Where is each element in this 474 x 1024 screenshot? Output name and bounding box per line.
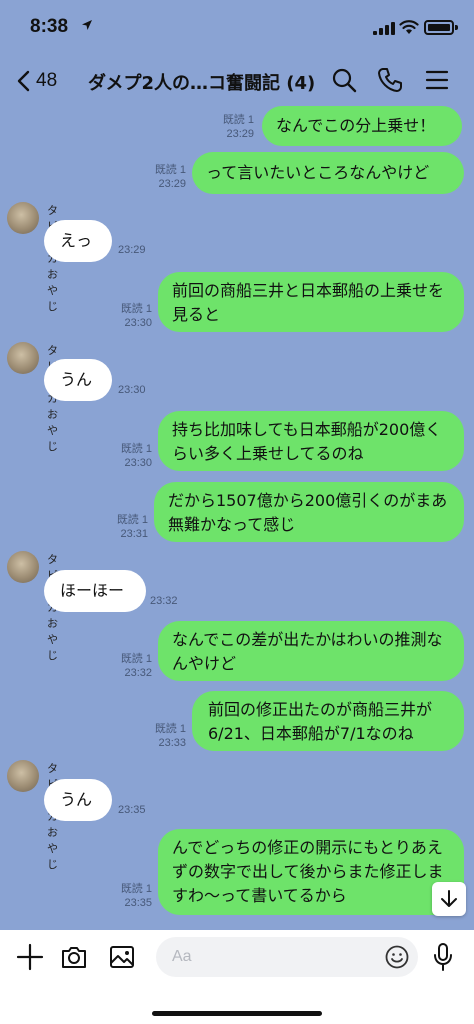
message-time: 23:35 <box>124 897 152 909</box>
message-time: 23:33 <box>158 737 186 749</box>
back-button[interactable]: 48 <box>16 64 57 98</box>
read-receipt: 既読 1 <box>154 164 186 176</box>
read-receipt: 既読 1 <box>116 514 148 526</box>
chat-area[interactable]: 既読 1 23:29 なんでこの分上乗せ！ 既読 1 23:29 って言いたいと… <box>0 106 474 930</box>
message-time: 23:29 <box>158 178 186 190</box>
message-bubble[interactable]: んでどっちの修正の開示にもとりあえずの数字で出して後からまた修正しますわ〜って書… <box>158 829 464 915</box>
message-bubble[interactable]: なんでこの差が出たかはわいの推測なんやけど <box>158 621 464 681</box>
arrow-down-icon <box>441 890 457 907</box>
image-icon[interactable] <box>107 942 137 972</box>
message-bubble[interactable]: って言いたいところなんやけど <box>192 152 464 194</box>
message-bubble[interactable]: なんでこの分上乗せ！ <box>262 106 462 146</box>
status-bar: 8:38 <box>0 0 474 56</box>
location-arrow-icon <box>82 20 92 30</box>
message-bubble[interactable]: 持ち比加味しても日本郵船が200億くらい多く上乗せしてるのね <box>158 411 464 471</box>
battery-icon <box>424 20 454 35</box>
read-receipt: 既読 1 <box>120 883 152 895</box>
emoji-icon[interactable] <box>384 944 410 970</box>
message-time: 23:30 <box>118 384 146 396</box>
message-input[interactable] <box>156 937 418 977</box>
camera-icon[interactable] <box>59 942 89 972</box>
read-receipt: 既読 1 <box>120 303 152 315</box>
avatar[interactable] <box>7 202 39 234</box>
message-bubble[interactable]: 前回の修正出たのが商船三井が6/21、日本郵船が7/1なのね <box>192 691 464 751</box>
chat-title: ダメプ2人の…コ奮闘記 (4) <box>88 73 314 94</box>
avatar[interactable] <box>7 760 39 792</box>
read-receipt: 既読 1 <box>222 114 254 126</box>
message-time: 23:35 <box>118 804 146 816</box>
message-time: 23:30 <box>124 317 152 329</box>
scroll-to-bottom-button[interactable] <box>432 882 466 916</box>
read-receipt: 既読 1 <box>120 653 152 665</box>
microphone-icon[interactable] <box>432 942 454 972</box>
message-time: 23:32 <box>124 667 152 679</box>
read-receipt: 既読 1 <box>154 723 186 735</box>
phone-icon[interactable] <box>376 66 404 94</box>
message-bubble[interactable]: ほーほー <box>44 570 146 612</box>
chat-header: 48 ダメプ2人の…コ奮闘記 (4) <box>0 56 474 106</box>
menu-icon[interactable] <box>423 66 451 94</box>
message-bubble[interactable]: うん <box>44 359 112 401</box>
wifi-icon <box>399 20 419 34</box>
avatar[interactable] <box>7 551 39 583</box>
avatar[interactable] <box>7 342 39 374</box>
plus-icon[interactable] <box>15 942 45 972</box>
unread-count: 48 <box>36 70 58 91</box>
search-icon[interactable] <box>330 66 358 94</box>
battery-tip <box>455 25 458 30</box>
cellular-signal-icon <box>373 22 395 35</box>
message-bubble[interactable]: 前回の商船三井と日本郵船の上乗せを見ると <box>158 272 464 332</box>
back-chevron-icon <box>17 70 30 92</box>
message-time: 23:29 <box>226 128 254 140</box>
read-receipt: 既読 1 <box>120 443 152 455</box>
message-bubble[interactable]: だから1507億から200億引くのがまあ無難かなって感じ <box>154 482 464 542</box>
message-time: 23:29 <box>118 244 146 256</box>
message-time: 23:32 <box>150 595 178 607</box>
message-bubble[interactable]: えっ <box>44 220 112 262</box>
input-bar <box>0 930 474 1024</box>
message-bubble[interactable]: うん <box>44 779 112 821</box>
status-time: 8:38 <box>30 16 69 37</box>
home-indicator <box>152 1011 322 1016</box>
message-time: 23:31 <box>120 528 148 540</box>
message-time: 23:30 <box>124 457 152 469</box>
